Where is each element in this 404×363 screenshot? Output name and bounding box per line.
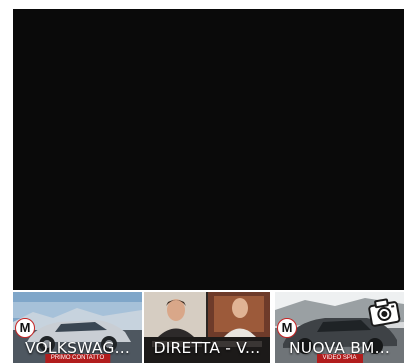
related-video-tag: VIDEO SPIA bbox=[316, 354, 363, 363]
related-video-title: DIRETTA - V... bbox=[153, 339, 261, 357]
brand-logo-icon: M bbox=[277, 318, 297, 338]
related-video-thumbnail[interactable]: M VOLKSWAG... PRIMO CONTATTO bbox=[13, 292, 142, 363]
video-player[interactable] bbox=[13, 9, 404, 290]
related-video-tag: PRIMO CONTATTO bbox=[44, 354, 111, 363]
related-video-thumbnail[interactable]: DIRETTA - V... bbox=[144, 292, 270, 363]
brand-logo-icon: M bbox=[15, 318, 35, 338]
related-videos-strip: M VOLKSWAG... PRIMO CONTATTO DIRETTA - V… bbox=[13, 292, 404, 363]
related-video-thumbnail[interactable]: M NUOVA BM... VIDEO SPIA bbox=[275, 292, 404, 363]
camera-icon[interactable] bbox=[364, 292, 404, 332]
video-widget: M VOLKSWAG... PRIMO CONTATTO DIRETTA - V… bbox=[0, 0, 404, 363]
